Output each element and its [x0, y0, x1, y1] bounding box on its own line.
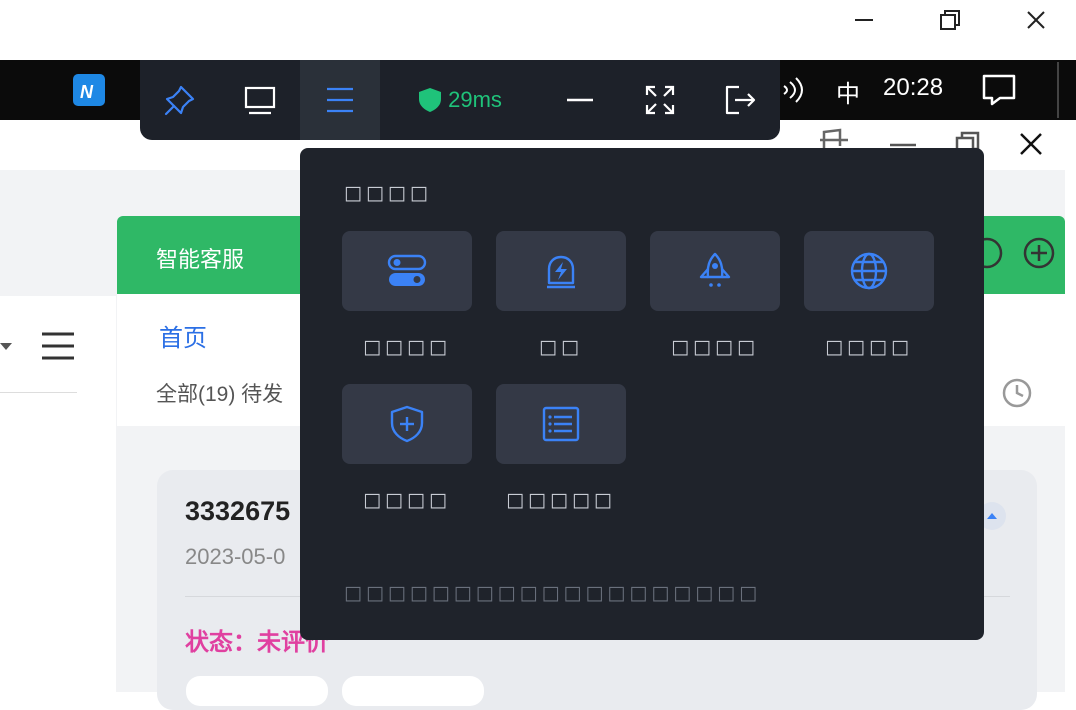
minimize-button[interactable] [839, 0, 889, 40]
card-action-button[interactable] [186, 676, 328, 706]
left-divider [0, 392, 77, 393]
filter-text[interactable]: 全部(19) 待发 [156, 378, 283, 408]
notification-icon[interactable] [982, 74, 1016, 110]
latency-indicator: 29ms [380, 60, 540, 140]
panel-item-label: □□ [539, 336, 583, 358]
panel-item-button[interactable] [496, 231, 626, 311]
latency-value: 29ms [448, 87, 502, 112]
app-close-icon[interactable] [1017, 132, 1045, 160]
toolbar-fullscreen-button[interactable] [620, 60, 700, 140]
pushpin-icon [164, 85, 195, 116]
toolbar-monitor-button[interactable] [220, 60, 300, 140]
minimize-icon [855, 19, 873, 21]
shield-icon [419, 88, 442, 112]
hamburger-icon[interactable] [40, 330, 76, 366]
dropdown-caret-icon[interactable] [0, 338, 14, 357]
window-titlebar [0, 0, 1076, 60]
shield-plus-icon [390, 405, 424, 443]
panel-item-button[interactable] [496, 384, 626, 464]
volume-icon[interactable] [780, 74, 812, 110]
panel-item-button[interactable] [650, 231, 780, 311]
lightning-icon [547, 255, 575, 289]
panel-item-button[interactable] [342, 384, 472, 464]
toolbar-pin-button[interactable] [140, 60, 220, 140]
list-icon [542, 406, 580, 442]
panel-item-button[interactable] [804, 231, 934, 311]
tab-smart-service[interactable]: 智能客服 [156, 242, 244, 274]
chevron-up-icon [987, 513, 997, 519]
history-icon[interactable] [1000, 376, 1034, 414]
close-icon [1027, 11, 1045, 29]
app-logo-icon: N [80, 82, 94, 102]
toolbar-minimize-button[interactable] [540, 60, 620, 140]
tab-home[interactable]: 首页 [159, 318, 207, 353]
rocket-icon [699, 252, 731, 287]
panel-item-label: □□□□□ [506, 489, 616, 511]
close-button[interactable] [1011, 0, 1061, 40]
globe-icon [850, 252, 888, 290]
panel-title: □□□□ [344, 182, 432, 204]
fullscreen-icon [645, 85, 675, 115]
toggle-icon [387, 254, 427, 286]
taskbar-divider [1057, 62, 1059, 118]
taskbar-app-icon[interactable]: N [73, 74, 105, 106]
ime-indicator[interactable]: 中 [836, 74, 860, 109]
menu-icon [327, 87, 353, 113]
panel-item-label: □□□□ [671, 336, 759, 358]
panel-footer-text: □□□□□□□□□□□□□□□□□□□ [344, 582, 762, 604]
panel-item-label: □□□□ [363, 489, 451, 511]
minimize-icon [567, 98, 593, 102]
restore-icon [940, 10, 960, 30]
panel-item-label: □□□□ [363, 336, 451, 358]
add-icon[interactable] [1022, 236, 1056, 274]
taskbar-clock[interactable]: 20:28 [883, 74, 943, 102]
toolbar-menu-button[interactable] [300, 60, 380, 140]
exit-icon [725, 85, 756, 115]
panel-item-button[interactable] [342, 231, 472, 311]
svg-text:N: N [80, 82, 94, 102]
card-action-button[interactable] [342, 676, 484, 706]
restore-button[interactable] [925, 0, 975, 40]
card-id: 3332675 [185, 496, 291, 526]
monitor-icon [244, 86, 276, 115]
panel-item-label: □□□□ [825, 336, 913, 358]
toolbar-exit-button[interactable] [700, 60, 780, 140]
card-date: 2023-05-0 [185, 544, 286, 569]
